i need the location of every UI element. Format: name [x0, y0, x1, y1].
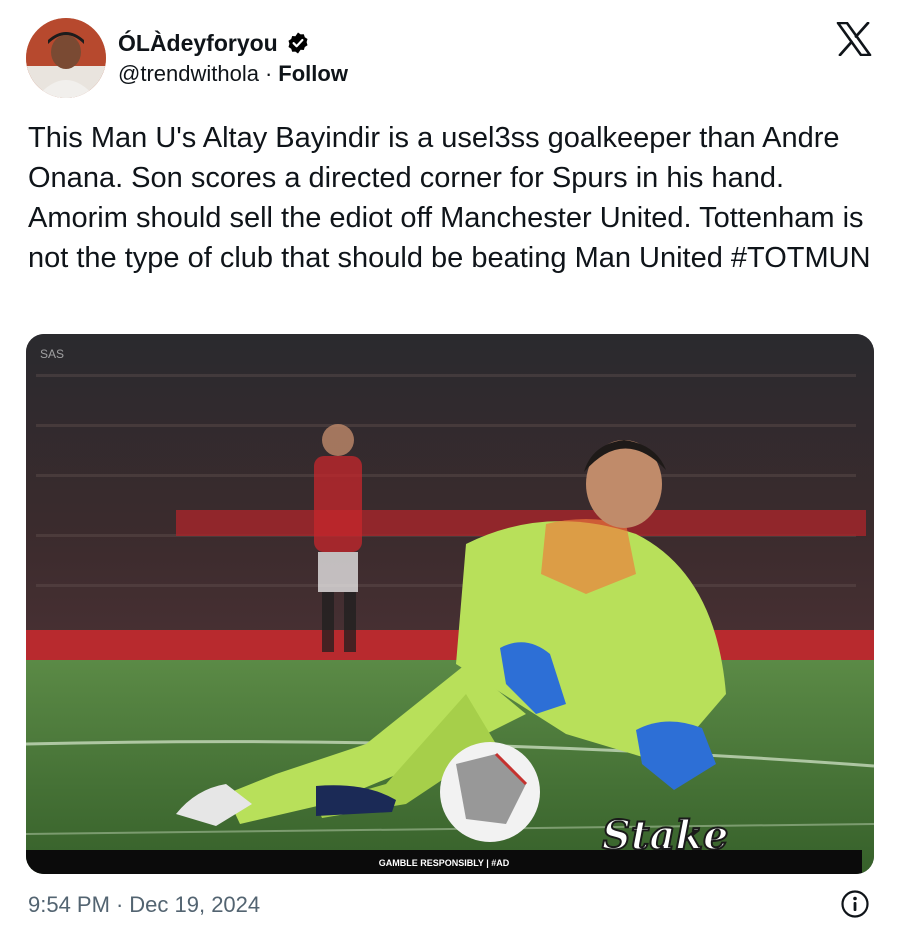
tweet-date[interactable]: Dec 19, 2024 [129, 892, 260, 918]
tweet-time[interactable]: 9:54 PM [28, 892, 110, 918]
gamble-responsibly-banner: GAMBLE RESPONSIBLY | #AD [379, 858, 510, 868]
tweet-text: This Man U's Altay Bayindir is a usel3ss… [28, 122, 871, 274]
media-photo: Stake SAS GAMBLE RESPONSIBLY | #AD [26, 334, 874, 874]
x-logo-icon[interactable] [836, 21, 872, 57]
avatar[interactable] [26, 18, 106, 98]
corner-watermark: SAS [40, 347, 64, 361]
display-name[interactable]: ÓLÀdeyforyou [118, 30, 278, 57]
info-icon[interactable] [840, 889, 870, 919]
follow-button[interactable]: Follow [278, 61, 348, 87]
tweet-header: ÓLÀdeyforyou @trendwithola · Follow [118, 28, 348, 90]
tweet-footer: 9:54 PM · Dec 19, 2024 [28, 888, 870, 922]
handle-separator: · [264, 61, 273, 86]
avatar-image [26, 18, 106, 98]
tweet-media[interactable]: Stake SAS GAMBLE RESPONSIBLY | #AD [26, 334, 874, 874]
verified-badge-icon [286, 31, 310, 55]
footer-separator: · [115, 892, 124, 917]
author-handle[interactable]: @trendwithola [118, 61, 259, 87]
